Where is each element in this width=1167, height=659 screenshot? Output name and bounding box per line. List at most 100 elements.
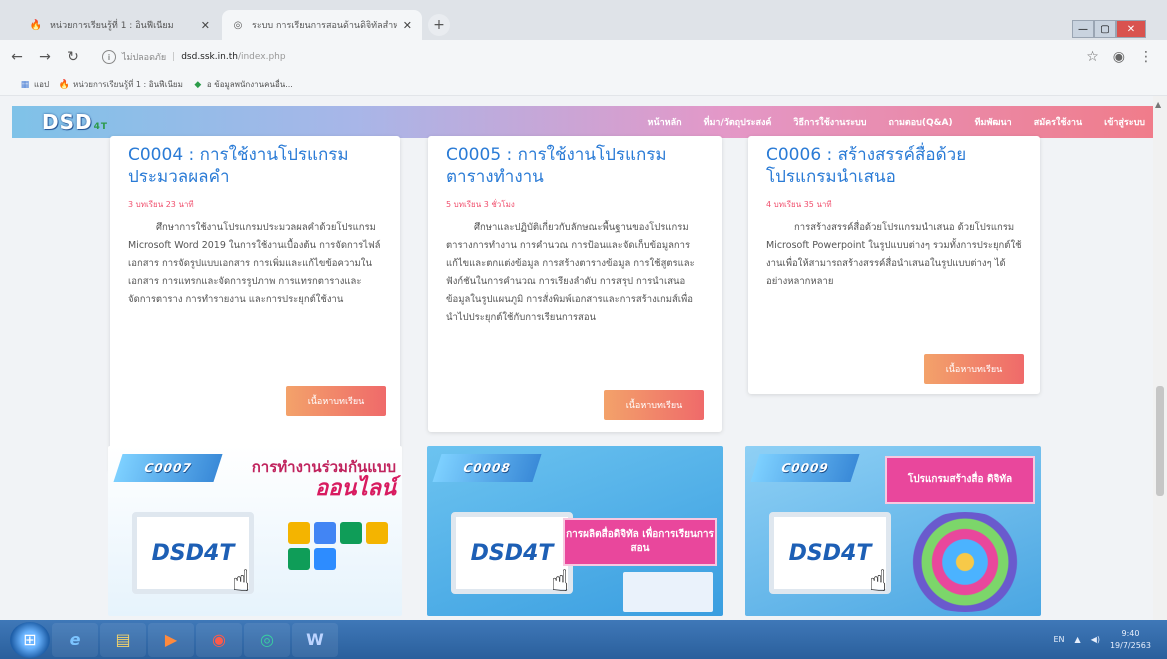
address-bar-row: ← → ↻ i ไม่ปลอดภัย | dsd.ssk.in.th /inde… [0,40,1167,74]
security-label: ไม่ปลอดภัย [122,53,167,63]
nav-howto[interactable]: วิธีการใช้งานระบบ [793,115,866,129]
clock-date: 19/7/2563 [1109,640,1151,650]
network-icon[interactable]: ▲ [1075,635,1081,644]
account-icon[interactable]: ◉ [1113,49,1125,65]
bookmarks-bar: ▦ แอป 🔥 หน่วยการเรียนรู้ที่ 1 : อินฟีเนี… [0,74,1167,96]
volume-icon[interactable]: ◀) [1091,635,1100,644]
media-player-icon[interactable]: ▶ [148,622,194,657]
bookmark-favicon-icon: 🔥 [29,19,43,31]
os-taskbar: ⊞ e ▤ ▶ ◉ ◎ W EN ▲ ◀) 9:40 19/7/2563 [0,620,1167,659]
course-code-tag: C0007 [113,454,223,482]
banner-brand: DSD4T [470,540,554,566]
course-banner[interactable]: C0008 DSD4T ☝ การผลิตสื่อดิจิทัล เพื่อกา… [427,446,723,616]
slides-icon [366,522,388,544]
digital-icons-collage [895,512,1035,612]
clock-time: 9:40 [1121,628,1140,638]
url-separator: | [172,52,176,62]
site-menu: หน้าหลัก ที่มา/วัตถุประสงค์ วิธีการใช้งา… [648,106,1145,138]
nav-home[interactable]: หน้าหลัก [648,115,682,129]
logo-sub: 4T [93,122,109,132]
course-description: การสร้างสรรค์สื่อด้วยโปรแกรมนำเสนอ ด้วยโ… [766,222,1022,287]
bookmark-label: หน่วยการเรียนรู้ที่ 1 : อินฟีเนียม [73,80,183,89]
course-banner[interactable]: C0007 การทำงานร่วมกันแบบ ออนไลน์ DSD4T ☝ [108,446,402,616]
site-logo[interactable]: DSD 4T [42,108,108,136]
browser-tab-1[interactable]: 🔥 หน่วยการเรียนรู้ที่ 1 : อินฟีเนียม ✕ [20,10,220,40]
sheets-icon [340,522,362,544]
course-description: ศึกษาการใช้งานโปรแกรมประมวลผลคำด้วยโปรแก… [128,222,381,305]
close-icon[interactable]: ✕ [201,19,210,32]
nav-qa[interactable]: ถามตอบ(Q&A) [889,115,953,129]
course-meta: 3 บทเรียน 23 นาที [128,200,194,209]
zoom-icon [314,548,336,570]
star-icon[interactable]: ☆ [1086,49,1099,65]
close-window-button[interactable]: ✕ [1116,20,1146,38]
apps-grid-icon: ▦ [20,79,30,90]
chrome-icon[interactable]: ◉ [196,622,242,657]
internet-explorer-icon[interactable]: e [52,622,98,657]
bookmark-item[interactable]: ◆ อ ข้อมูลพนักงานคนอื่น... [193,78,293,91]
back-icon[interactable]: ← [6,46,28,68]
bookmark-favicon-icon: ◆ [194,79,202,90]
word-icon[interactable]: W [292,622,338,657]
new-tab-button[interactable]: + [428,14,450,36]
course-title[interactable]: C0006 : สร้างสรรค์สื่อด้วยโปรแกรมนำเสนอ [766,144,1022,188]
menu-kebab-icon[interactable]: ⋮ [1139,49,1153,65]
clock[interactable]: 9:40 19/7/2563 [1110,628,1151,652]
course-meta: 4 บทเรียน 35 นาที [766,200,832,209]
pointing-hand-icon: ☝ [232,564,251,599]
banner-headline-big: ออนไลน์ [314,476,396,501]
url-input[interactable]: i ไม่ปลอดภัย | dsd.ssk.in.th /index.php [94,45,1104,69]
globe-icon: ◎ [233,19,243,31]
course-card: C0005 : การใช้งานโปรแกรมตารางทำงาน 5 บทเ… [428,136,722,432]
bookmark-label: อ ข้อมูลพนักงานคนอื่น... [206,80,293,89]
chart-illustration [623,572,713,612]
meet-icon [288,548,310,570]
forward-icon[interactable]: → [34,46,56,68]
pointing-hand-icon: ☝ [869,564,888,599]
file-explorer-icon[interactable]: ▤ [100,622,146,657]
bookmark-apps[interactable]: ▦ แอป [20,78,49,91]
minimize-button[interactable]: — [1072,20,1094,38]
scrollbar-thumb[interactable] [1156,386,1164,496]
nav-register[interactable]: สมัครใช้งาน [1034,115,1082,129]
course-card: C0004 : การใช้งานโปรแกรมประมวลผลคำ 3 บทเ… [110,136,400,472]
banner-brand: DSD4T [788,540,872,566]
browser-tab-2[interactable]: ◎ ระบบ การเรียนการสอนด้านดิจิทัลสำหรับ ✕ [222,10,422,40]
course-content-button[interactable]: เนื้อหาบทเรียน [604,390,704,420]
nav-login[interactable]: เข้าสู่ระบบ [1104,115,1145,129]
info-icon[interactable]: i [102,50,116,64]
maximize-button[interactable]: ▢ [1094,20,1116,38]
url-domain: dsd.ssk.in.th [181,52,238,62]
banner-caption: การผลิตสื่อดิจิทัล เพื่อการเรียนการสอน [563,518,717,566]
start-button[interactable]: ⊞ [10,621,50,658]
nav-team[interactable]: ทีมพัฒนา [975,115,1012,129]
banner-caption: โปรแกรมสร้างสื่อ ดิจิทัล [885,456,1035,504]
omnibar-actions: ☆ ◉ ⋮ [1086,40,1153,74]
course-code-tag: C0008 [432,454,542,482]
scroll-up-icon[interactable]: ▲ [1155,100,1161,109]
course-content-button[interactable]: เนื้อหาบทเรียน [286,386,386,416]
course-card: C0006 : สร้างสรรค์สื่อด้วยโปรแกรมนำเสนอ … [748,136,1040,394]
url-path: /index.php [237,52,286,62]
nav-about[interactable]: ที่มา/วัตถุประสงค์ [704,115,772,129]
language-indicator[interactable]: EN [1053,635,1064,644]
banner-headline: การทำงานร่วมกันแบบ ออนไลน์ [228,456,396,500]
course-code-tag: C0009 [750,454,860,482]
course-banner[interactable]: C0009 โปรแกรมสร้างสื่อ ดิจิทัล DSD4T ☝ [745,446,1041,616]
system-tray: EN ▲ ◀) 9:40 19/7/2563 [1053,620,1151,659]
edge-icon[interactable]: ◎ [244,622,290,657]
google-apps-icons [288,522,398,570]
browser-tab-strip: 🔥 หน่วยการเรียนรู้ที่ 1 : อินฟีเนียม ✕ ◎… [0,0,1167,40]
bookmark-item[interactable]: 🔥 หน่วยการเรียนรู้ที่ 1 : อินฟีเนียม [58,78,183,91]
bookmark-favicon-icon: 🔥 [58,79,70,90]
course-title[interactable]: C0005 : การใช้งานโปรแกรมตารางทำงาน [446,144,704,188]
course-title[interactable]: C0004 : การใช้งานโปรแกรมประมวลผลคำ [128,144,382,188]
page-scrollbar[interactable]: ▲ [1153,96,1167,620]
reload-icon[interactable]: ↻ [62,46,84,68]
bookmark-label: แอป [34,80,50,89]
course-description: ศึกษาและปฏิบัติเกี่ยวกับลักษณะพื้นฐานของ… [446,222,695,323]
drive-icon [288,522,310,544]
close-icon[interactable]: ✕ [403,19,412,32]
tab-title: ระบบ การเรียนการสอนด้านดิจิทัลสำหรับ [252,21,397,31]
course-content-button[interactable]: เนื้อหาบทเรียน [924,354,1024,384]
